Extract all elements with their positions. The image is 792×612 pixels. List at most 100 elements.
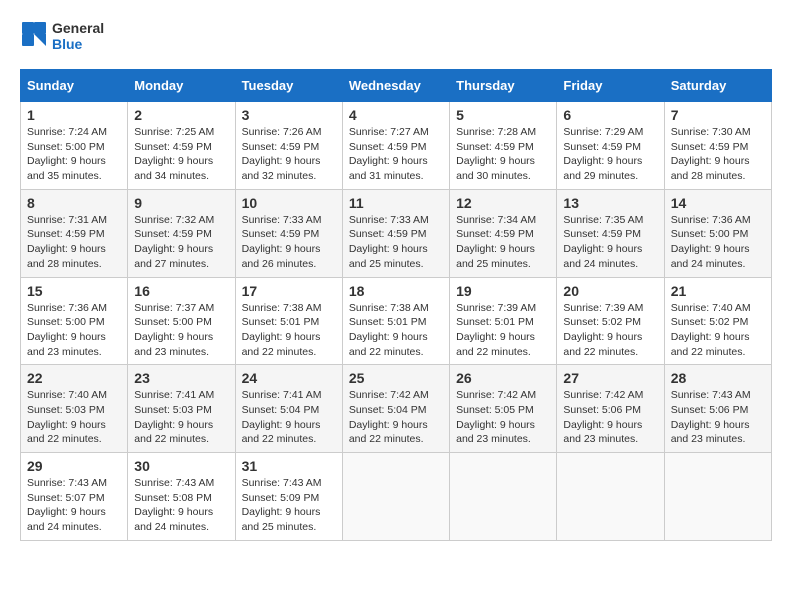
day-number: 28	[671, 370, 765, 386]
day-number: 13	[563, 195, 657, 211]
calendar-cell: 9 Sunrise: 7:32 AMSunset: 4:59 PMDaylight…	[128, 189, 235, 277]
weekday-header-sunday: Sunday	[21, 70, 128, 102]
calendar-cell: 27Sunrise: 7:42 AMSunset: 5:06 PMDayligh…	[557, 365, 664, 453]
calendar-week-4: 22 Sunrise: 7:40 AMSunset: 5:03 PMDayligh…	[21, 365, 772, 453]
calendar-cell: 15 Sunrise: 7:36 AMSunset: 5:00 PMDayligh…	[21, 277, 128, 365]
day-info: Sunrise: 7:39 AMSunset: 5:01 PMDaylight:…	[456, 301, 550, 360]
day-number: 19	[456, 283, 550, 299]
page-header: General Blue	[20, 20, 772, 53]
day-number: 17	[242, 283, 336, 299]
logo: General Blue	[20, 20, 104, 53]
calendar-table: SundayMondayTuesdayWednesdayThursdayFrid…	[20, 69, 772, 541]
day-number: 29	[27, 458, 121, 474]
day-number: 21	[671, 283, 765, 299]
day-info: Sunrise: 7:38 AMSunset: 5:01 PMDaylight:…	[242, 301, 336, 360]
calendar-week-1: 1 Sunrise: 7:24 AMSunset: 5:00 PMDaylight…	[21, 102, 772, 190]
day-number: 11	[349, 195, 443, 211]
day-number: 15	[27, 283, 121, 299]
day-number: 5	[456, 107, 550, 123]
calendar-week-2: 8 Sunrise: 7:31 AMSunset: 4:59 PMDaylight…	[21, 189, 772, 277]
day-number: 23	[134, 370, 228, 386]
day-info: Sunrise: 7:36 AMSunset: 5:00 PMDaylight:…	[671, 213, 765, 272]
day-number: 12	[456, 195, 550, 211]
calendar-header-row: SundayMondayTuesdayWednesdayThursdayFrid…	[21, 70, 772, 102]
calendar-cell: 3 Sunrise: 7:26 AMSunset: 4:59 PMDaylight…	[235, 102, 342, 190]
day-info: Sunrise: 7:42 AMSunset: 5:05 PMDaylight:…	[456, 388, 550, 447]
calendar-cell: 31 Sunrise: 7:43 AMSunset: 5:09 PMDayligh…	[235, 453, 342, 541]
calendar-cell: 10Sunrise: 7:33 AMSunset: 4:59 PMDayligh…	[235, 189, 342, 277]
day-number: 16	[134, 283, 228, 299]
day-info: Sunrise: 7:35 AMSunset: 4:59 PMDaylight:…	[563, 213, 657, 272]
weekday-header-saturday: Saturday	[664, 70, 771, 102]
calendar-cell: 5 Sunrise: 7:28 AMSunset: 4:59 PMDaylight…	[450, 102, 557, 190]
day-info: Sunrise: 7:25 AMSunset: 4:59 PMDaylight:…	[134, 125, 228, 184]
day-info: Sunrise: 7:42 AMSunset: 5:06 PMDaylight:…	[563, 388, 657, 447]
day-info: Sunrise: 7:30 AMSunset: 4:59 PMDaylight:…	[671, 125, 765, 184]
day-info: Sunrise: 7:36 AMSunset: 5:00 PMDaylight:…	[27, 301, 121, 360]
calendar-cell: 22 Sunrise: 7:40 AMSunset: 5:03 PMDayligh…	[21, 365, 128, 453]
day-info: Sunrise: 7:33 AMSunset: 4:59 PMDaylight:…	[349, 213, 443, 272]
calendar-cell: 29 Sunrise: 7:43 AMSunset: 5:07 PMDayligh…	[21, 453, 128, 541]
day-number: 18	[349, 283, 443, 299]
calendar-cell: 6Sunrise: 7:29 AMSunset: 4:59 PMDaylight…	[557, 102, 664, 190]
day-number: 4	[349, 107, 443, 123]
day-info: Sunrise: 7:41 AMSunset: 5:03 PMDaylight:…	[134, 388, 228, 447]
calendar-cell: 2 Sunrise: 7:25 AMSunset: 4:59 PMDaylight…	[128, 102, 235, 190]
day-info: Sunrise: 7:32 AMSunset: 4:59 PMDaylight:…	[134, 213, 228, 272]
weekday-header-monday: Monday	[128, 70, 235, 102]
day-info: Sunrise: 7:39 AMSunset: 5:02 PMDaylight:…	[563, 301, 657, 360]
day-number: 8	[27, 195, 121, 211]
calendar-cell	[557, 453, 664, 541]
day-info: Sunrise: 7:38 AMSunset: 5:01 PMDaylight:…	[349, 301, 443, 360]
weekday-header-thursday: Thursday	[450, 70, 557, 102]
day-number: 3	[242, 107, 336, 123]
calendar-cell: 12 Sunrise: 7:34 AMSunset: 4:59 PMDayligh…	[450, 189, 557, 277]
calendar-cell: 13 Sunrise: 7:35 AMSunset: 4:59 PMDayligh…	[557, 189, 664, 277]
calendar-cell: 20 Sunrise: 7:39 AMSunset: 5:02 PMDayligh…	[557, 277, 664, 365]
calendar-week-3: 15 Sunrise: 7:36 AMSunset: 5:00 PMDayligh…	[21, 277, 772, 365]
calendar-cell: 4 Sunrise: 7:27 AMSunset: 4:59 PMDaylight…	[342, 102, 449, 190]
calendar-cell	[342, 453, 449, 541]
day-info: Sunrise: 7:41 AMSunset: 5:04 PMDaylight:…	[242, 388, 336, 447]
day-info: Sunrise: 7:43 AMSunset: 5:06 PMDaylight:…	[671, 388, 765, 447]
day-info: Sunrise: 7:43 AMSunset: 5:08 PMDaylight:…	[134, 476, 228, 535]
day-info: Sunrise: 7:28 AMSunset: 4:59 PMDaylight:…	[456, 125, 550, 184]
calendar-cell: 30 Sunrise: 7:43 AMSunset: 5:08 PMDayligh…	[128, 453, 235, 541]
calendar-cell: 8 Sunrise: 7:31 AMSunset: 4:59 PMDaylight…	[21, 189, 128, 277]
logo-text-general: General	[52, 21, 104, 36]
day-info: Sunrise: 7:43 AMSunset: 5:09 PMDaylight:…	[242, 476, 336, 535]
day-number: 2	[134, 107, 228, 123]
calendar-cell: 7 Sunrise: 7:30 AMSunset: 4:59 PMDaylight…	[664, 102, 771, 190]
day-info: Sunrise: 7:34 AMSunset: 4:59 PMDaylight:…	[456, 213, 550, 272]
logo-text-blue: Blue	[52, 37, 104, 52]
weekday-header-wednesday: Wednesday	[342, 70, 449, 102]
calendar-cell: 14 Sunrise: 7:36 AMSunset: 5:00 PMDayligh…	[664, 189, 771, 277]
day-info: Sunrise: 7:24 AMSunset: 5:00 PMDaylight:…	[27, 125, 121, 184]
day-number: 7	[671, 107, 765, 123]
day-info: Sunrise: 7:31 AMSunset: 4:59 PMDaylight:…	[27, 213, 121, 272]
calendar-cell: 17 Sunrise: 7:38 AMSunset: 5:01 PMDayligh…	[235, 277, 342, 365]
calendar-cell: 23 Sunrise: 7:41 AMSunset: 5:03 PMDayligh…	[128, 365, 235, 453]
calendar-cell: 19 Sunrise: 7:39 AMSunset: 5:01 PMDayligh…	[450, 277, 557, 365]
calendar-cell: 26 Sunrise: 7:42 AMSunset: 5:05 PMDayligh…	[450, 365, 557, 453]
day-info: Sunrise: 7:26 AMSunset: 4:59 PMDaylight:…	[242, 125, 336, 184]
calendar-cell	[664, 453, 771, 541]
day-number: 9	[134, 195, 228, 211]
day-info: Sunrise: 7:40 AMSunset: 5:02 PMDaylight:…	[671, 301, 765, 360]
day-number: 1	[27, 107, 121, 123]
calendar-cell: 1 Sunrise: 7:24 AMSunset: 5:00 PMDaylight…	[21, 102, 128, 190]
calendar-cell	[450, 453, 557, 541]
day-number: 14	[671, 195, 765, 211]
day-number: 26	[456, 370, 550, 386]
day-number: 31	[242, 458, 336, 474]
day-number: 22	[27, 370, 121, 386]
day-info: Sunrise: 7:27 AMSunset: 4:59 PMDaylight:…	[349, 125, 443, 184]
weekday-header-friday: Friday	[557, 70, 664, 102]
day-info: Sunrise: 7:37 AMSunset: 5:00 PMDaylight:…	[134, 301, 228, 360]
day-number: 30	[134, 458, 228, 474]
calendar-week-5: 29 Sunrise: 7:43 AMSunset: 5:07 PMDayligh…	[21, 453, 772, 541]
day-info: Sunrise: 7:40 AMSunset: 5:03 PMDaylight:…	[27, 388, 121, 447]
day-number: 20	[563, 283, 657, 299]
day-info: Sunrise: 7:43 AMSunset: 5:07 PMDaylight:…	[27, 476, 121, 535]
calendar-cell: 24Sunrise: 7:41 AMSunset: 5:04 PMDayligh…	[235, 365, 342, 453]
